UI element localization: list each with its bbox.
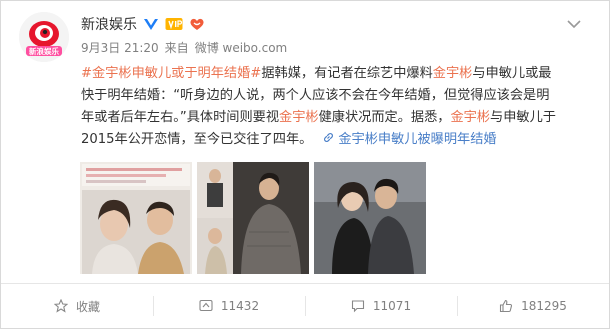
verified-v-icon[interactable] — [143, 17, 159, 31]
thumbs-up-icon — [500, 299, 513, 313]
link-icon — [324, 133, 334, 142]
post-source[interactable]: 微博 weibo.com — [195, 39, 288, 56]
repost-icon — [199, 299, 213, 312]
svg-text:新浪娱乐: 新浪娱乐 — [29, 46, 59, 56]
like-button[interactable]: 181295 — [457, 284, 609, 328]
post-meta: 9月3日 21:20 来自 微博 weibo.com — [81, 39, 287, 56]
repost-count: 11432 — [220, 299, 260, 313]
repost-button[interactable]: 11432 — [153, 284, 305, 328]
action-bar: 收藏 11432 11071 181295 — [1, 283, 609, 328]
photo-thumbnail[interactable] — [80, 162, 192, 274]
post-text: #金宇彬申敏儿或于明年结婚#据韩媒，有记者在综艺中爆料金宇彬与申敏儿或最快于明年… — [81, 63, 561, 151]
comment-icon — [351, 300, 364, 313]
chevron-down-icon[interactable] — [566, 18, 582, 30]
fan-icon[interactable] — [189, 17, 205, 31]
post-date[interactable]: 9月3日 21:20 — [81, 39, 159, 56]
post-text-part: 健康状况而定。据悉， — [318, 110, 451, 125]
author-row: 新浪娱乐 — [81, 14, 205, 34]
author-name[interactable]: 新浪娱乐 — [81, 14, 137, 34]
mention-link[interactable]: 金宇彬 — [433, 66, 473, 81]
source-prefix: 来自 — [164, 41, 189, 55]
mention-link[interactable]: 金宇彬 — [279, 110, 319, 125]
hashtag-link[interactable]: #金宇彬申敏儿或于明年结婚# — [81, 66, 261, 81]
like-count: 181295 — [521, 299, 567, 313]
sina-ent-logo-icon: 新浪娱乐 — [19, 12, 69, 62]
star-icon — [53, 299, 68, 313]
comment-count: 11071 — [372, 299, 412, 313]
mention-link[interactable]: 金宇彬 — [450, 110, 490, 125]
favorite-button[interactable]: 收藏 — [1, 284, 153, 328]
post-text-part: 据韩媒，有记者在综艺中爆料 — [261, 66, 433, 81]
comment-button[interactable]: 11071 — [305, 284, 457, 328]
topic-link[interactable]: 金宇彬申敏儿被曝明年结婚 — [338, 132, 496, 147]
photo-thumbnail[interactable] — [197, 162, 309, 274]
favorite-label: 收藏 — [75, 299, 100, 314]
avatar[interactable]: 新浪娱乐 — [19, 12, 69, 62]
photo-thumbnail[interactable] — [314, 162, 426, 274]
vip-icon[interactable] — [165, 17, 183, 31]
